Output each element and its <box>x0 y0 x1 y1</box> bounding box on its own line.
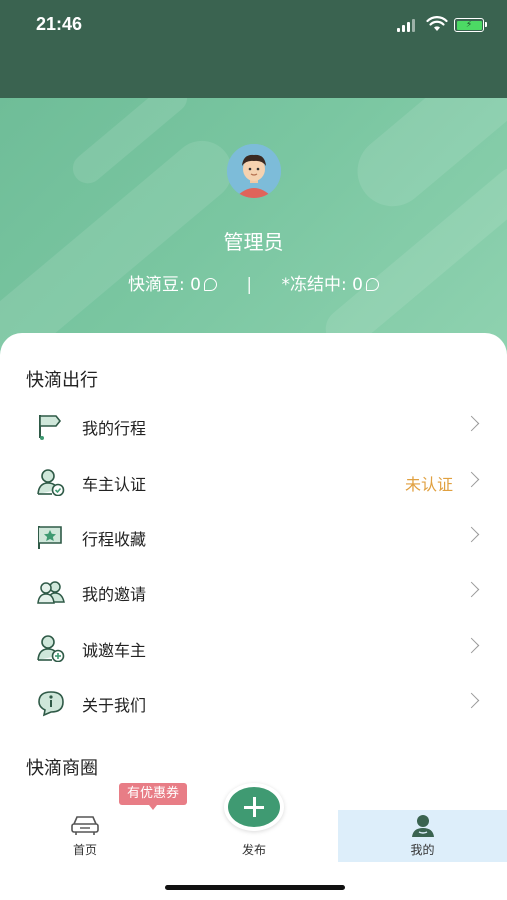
menu-item-invite-drivers[interactable]: 诚邀车主 <box>0 623 507 673</box>
info-icon <box>38 691 64 717</box>
tab-label: 我的 <box>410 843 435 857</box>
chevron-right-icon <box>463 471 480 488</box>
publish-plus-button[interactable] <box>224 783 284 831</box>
status-time: 21:46 <box>36 14 83 34</box>
section-title-business: 快滴商圈 <box>26 758 98 779</box>
chevron-right-icon <box>463 692 480 709</box>
home-indicator <box>165 885 345 890</box>
driver-verify-icon <box>37 469 65 496</box>
flag-icon <box>39 415 62 440</box>
menu-item-label: 车主认证 <box>82 475 147 494</box>
users-icon <box>37 581 65 604</box>
chevron-right-icon <box>463 581 480 598</box>
menu-item-label: 我的行程 <box>82 419 147 438</box>
star-flag-icon <box>38 526 62 549</box>
menu-item-label: 关于我们 <box>82 696 147 715</box>
user-add-icon <box>37 635 65 662</box>
section-title-travel: 快滴出行 <box>26 370 98 391</box>
status-bar: 21:46 ⚡ <box>0 0 507 98</box>
tab-label: 发布 <box>241 843 266 857</box>
tab-home[interactable]: 首页 <box>38 810 132 862</box>
menu-item-driver-verification[interactable]: 车主认证 未认证 <box>0 457 507 507</box>
chevron-right-icon <box>463 637 480 654</box>
chevron-right-icon <box>463 415 480 432</box>
beans-balance: 快滴豆: 0 <box>128 275 201 295</box>
battery-icon: ⚡ <box>454 18 487 32</box>
bean-icon <box>365 278 379 291</box>
menu-item-my-trips[interactable]: 我的行程 <box>0 401 507 451</box>
menu-item-label: 诚邀车主 <box>82 641 147 660</box>
tab-mine[interactable]: 我的 <box>338 810 507 862</box>
verification-status: 未认证 <box>404 475 453 494</box>
avatar[interactable] <box>227 144 281 198</box>
wifi-icon <box>426 16 448 31</box>
cellular-signal-icon <box>397 19 419 32</box>
menu-item-label: 我的邀请 <box>82 585 147 604</box>
menu-item-label: 行程收藏 <box>82 530 147 549</box>
user-name: 管理员 <box>223 230 284 254</box>
frozen-beans: *冻结中: 0 <box>281 275 363 295</box>
user-icon <box>411 815 434 837</box>
menu-item-trip-favorites[interactable]: 行程收藏 <box>0 512 507 562</box>
chevron-right-icon <box>463 526 480 543</box>
car-icon <box>71 816 99 835</box>
bean-stats: 快滴豆: 0 | *冻结中: 0 <box>0 270 507 295</box>
menu-item-about-us[interactable]: 关于我们 <box>0 678 507 728</box>
bean-icon <box>203 278 217 291</box>
stats-separator: | <box>246 275 253 295</box>
tab-label: 首页 <box>72 843 97 857</box>
coupon-badge[interactable]: 有优惠券 <box>119 783 187 810</box>
menu-item-my-invitations[interactable]: 我的邀请 <box>0 567 507 617</box>
